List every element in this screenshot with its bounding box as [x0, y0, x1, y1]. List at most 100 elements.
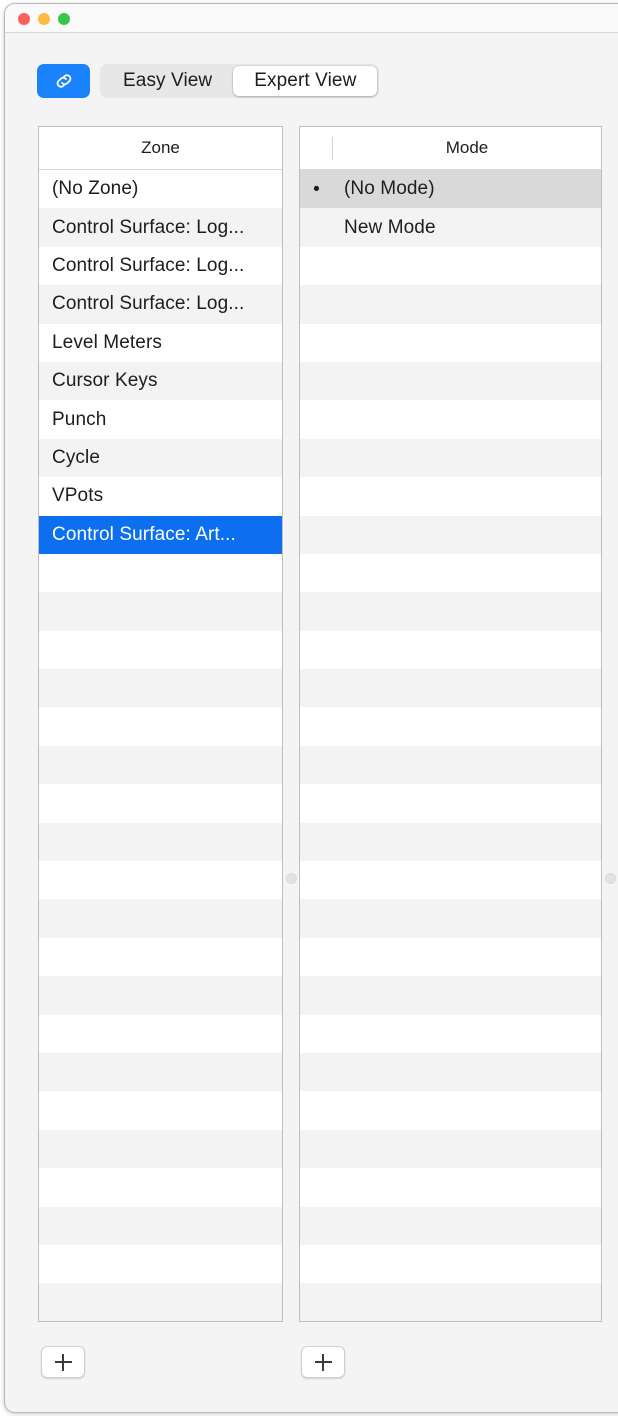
- empty-row: [300, 669, 601, 708]
- empty-row: [300, 861, 601, 900]
- empty-row: [300, 477, 601, 516]
- empty-row: [300, 784, 601, 823]
- empty-row: [39, 707, 282, 746]
- mode-list-header: Mode: [300, 127, 601, 170]
- add-mode-button[interactable]: [301, 1346, 345, 1378]
- empty-row: [300, 899, 601, 938]
- row-label: Punch: [52, 408, 107, 430]
- empty-row: [39, 630, 282, 670]
- splitter-grip-right[interactable]: [605, 873, 616, 884]
- row-label: Control Surface: Log...: [52, 293, 245, 315]
- empty-row: [300, 515, 601, 554]
- close-button[interactable]: [18, 13, 30, 25]
- empty-row: [300, 1283, 601, 1321]
- empty-row: [39, 592, 282, 631]
- row-label: (No Zone): [52, 178, 139, 200]
- empty-row: [39, 1206, 282, 1245]
- empty-row: [300, 630, 601, 670]
- plus-icon: [314, 1353, 332, 1371]
- titlebar: [5, 4, 618, 33]
- row-label: (No Mode): [344, 178, 435, 200]
- minimize-button[interactable]: [38, 13, 50, 25]
- empty-row: [300, 285, 601, 324]
- empty-row: [39, 1244, 282, 1284]
- empty-row: [300, 1168, 601, 1207]
- empty-row: [300, 1129, 601, 1169]
- link-toggle-button[interactable]: [37, 64, 90, 98]
- empty-row: [39, 822, 282, 862]
- empty-row: [39, 669, 282, 708]
- mode-row[interactable]: • (No Mode): [300, 170, 601, 209]
- traffic-light-group: [18, 13, 70, 25]
- empty-row: [39, 1283, 282, 1321]
- empty-row: [300, 976, 601, 1015]
- empty-row: [300, 1091, 601, 1130]
- empty-row: [39, 745, 282, 785]
- add-zone-button[interactable]: [41, 1346, 85, 1378]
- empty-row: [300, 361, 601, 401]
- zone-row[interactable]: Cycle: [39, 438, 282, 478]
- row-marker: •: [313, 178, 320, 200]
- empty-row: [300, 822, 601, 862]
- row-label: New Mode: [344, 216, 436, 238]
- zone-list-header: Zone: [39, 127, 282, 170]
- empty-row: [39, 861, 282, 900]
- empty-row: [300, 246, 601, 286]
- empty-row: [300, 553, 601, 593]
- zone-row[interactable]: Cursor Keys: [39, 361, 282, 401]
- view-mode-segmented-control: Easy View Expert View: [100, 64, 380, 98]
- mode-row[interactable]: New Mode: [300, 208, 601, 247]
- toolbar: Easy View Expert View: [5, 34, 618, 102]
- plus-icon: [54, 1353, 72, 1371]
- zone-row[interactable]: Level Meters: [39, 323, 282, 362]
- empty-row: [300, 1206, 601, 1245]
- zone-row[interactable]: Punch: [39, 400, 282, 439]
- link-icon: [52, 69, 76, 93]
- pane-container: Zone (No Zone) Control Surface: Log... Con…: [5, 126, 618, 1322]
- empty-row: [39, 1129, 282, 1169]
- row-label: Cycle: [52, 446, 101, 468]
- empty-row: [300, 707, 601, 746]
- mode-marker-column-header[interactable]: [300, 127, 333, 169]
- zone-row[interactable]: Control Surface: Log...: [39, 246, 282, 286]
- empty-row: [39, 784, 282, 823]
- zone-row[interactable]: VPots: [39, 477, 282, 516]
- empty-row: [300, 745, 601, 785]
- row-label: Control Surface: Log...: [52, 254, 245, 276]
- empty-row: [39, 1168, 282, 1207]
- zone-list[interactable]: Zone (No Zone) Control Surface: Log... Con…: [38, 126, 283, 1322]
- row-label: Level Meters: [52, 331, 162, 353]
- row-label: Cursor Keys: [52, 370, 158, 392]
- empty-row: [39, 1014, 282, 1053]
- empty-row: [300, 592, 601, 631]
- zone-row[interactable]: (No Zone): [39, 170, 282, 209]
- window: Easy View Expert View Zone (No Zone) Cont…: [4, 3, 618, 1413]
- empty-row: [39, 1091, 282, 1130]
- empty-row: [300, 1014, 601, 1053]
- splitter-grip-middle[interactable]: [286, 873, 297, 884]
- mode-list[interactable]: Mode • (No Mode) New Mode: [299, 126, 602, 1322]
- empty-row: [39, 899, 282, 938]
- empty-row: [39, 1052, 282, 1092]
- zone-column-header[interactable]: Zone: [39, 127, 282, 169]
- empty-row: [39, 553, 282, 593]
- zoom-button[interactable]: [58, 13, 70, 25]
- footer: [5, 1334, 618, 1404]
- row-label: Control Surface: Log...: [52, 216, 245, 238]
- empty-row: [300, 937, 601, 977]
- mode-row-list: • (No Mode) New Mode: [300, 170, 601, 1321]
- empty-row: [300, 323, 601, 362]
- row-label: VPots: [52, 485, 104, 507]
- empty-row: [300, 1244, 601, 1284]
- row-label: Control Surface: Art...: [52, 523, 236, 545]
- empty-row: [300, 1052, 601, 1092]
- zone-row[interactable]: Control Surface: Log...: [39, 285, 282, 324]
- empty-row: [39, 976, 282, 1015]
- mode-column-header[interactable]: Mode: [333, 127, 601, 169]
- tab-expert-view[interactable]: Expert View: [233, 66, 378, 96]
- zone-row[interactable]: Control Surface: Log...: [39, 208, 282, 247]
- zone-row[interactable]: Control Surface: Art...: [39, 515, 282, 554]
- tab-easy-view[interactable]: Easy View: [102, 66, 233, 96]
- empty-row: [300, 400, 601, 439]
- zone-row-list: (No Zone) Control Surface: Log... Control …: [39, 170, 282, 1321]
